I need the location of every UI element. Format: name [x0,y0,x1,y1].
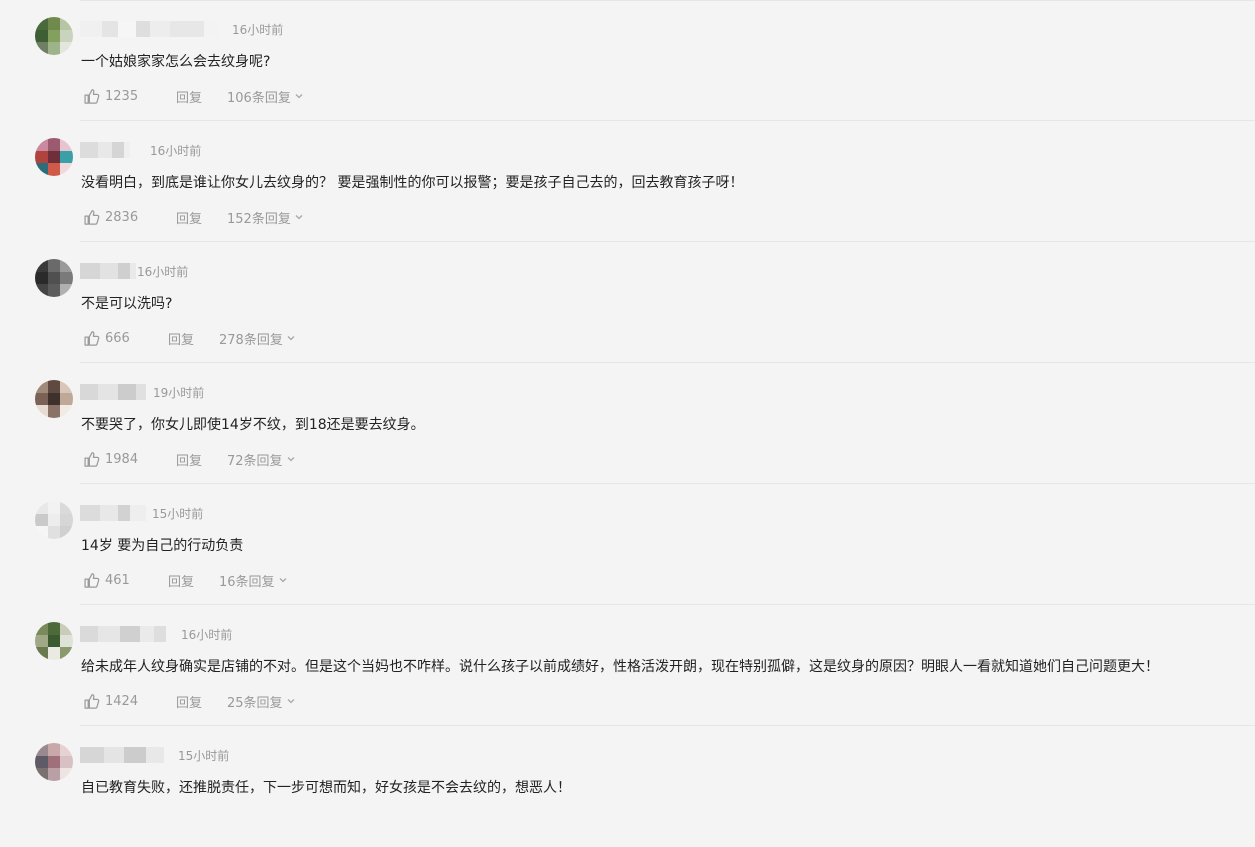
chevron-down-icon [287,699,295,704]
username-masked[interactable] [80,502,146,524]
like-count: 666 [105,330,130,346]
thumbs-up-icon [84,693,100,709]
reply-button[interactable]: 回复 [176,87,202,106]
comment-item: 16小时前一个姑娘家家怎么会去纹身呢? 1235 回复 106条回复 [0,0,1255,121]
reply-count: 152条回复 [227,211,291,227]
avatar[interactable] [35,622,73,660]
comment-item: 16小时前给未成年人纹身确实是店铺的不对。但是这个当妈也不咋样。说什么孩子以前成… [0,605,1255,726]
thumbs-up-icon [84,88,100,104]
avatar[interactable] [35,501,73,539]
like-count: 1235 [105,88,139,104]
username-masked[interactable] [80,260,136,282]
like-count: 1984 [105,451,139,467]
chevron-down-icon [295,94,303,99]
reply-button[interactable]: 回复 [176,208,202,227]
reply-button[interactable]: 回复 [168,571,194,590]
reply-count: 72条回复 [227,453,283,469]
chevron-down-icon [279,578,287,583]
comment-time: 15小时前 [178,749,230,763]
like-button[interactable]: 2836 [83,209,138,226]
avatar[interactable] [35,380,73,418]
comment-list: 16小时前 一个姑娘家家怎么会去纹身呢? 1235 回复 106条回复 16小时前 没看明白… [0,0,1255,811]
comment-actions: 1984 回复 72条回复 [83,449,295,469]
comment-text: 不要哭了，你女儿即使14岁不纹，到18还是要去纹身。 [81,417,425,433]
comment-actions: 1424 回复 25条回复 [83,691,295,711]
like-button[interactable]: 1424 [83,693,138,710]
reply-button[interactable]: 回复 [176,692,202,711]
like-button[interactable]: 1235 [83,88,138,105]
comment-text: 14岁 要为自己的行动负责 [81,538,244,554]
avatar[interactable] [35,17,73,55]
comment-time: 19小时前 [153,386,205,400]
comment-item: 15小时前自已教育失败，还推脱责任，下一步可想而知，好女孩是不会去纹的，想恶人！ [0,726,1255,847]
view-replies-button[interactable]: 106条回复 [227,87,304,106]
comment-item: 19小时前不要哭了，你女儿即使14岁不纹，到18还是要去纹身。 1984 回复 72条… [0,363,1255,484]
view-replies-button[interactable]: 72条回复 [227,450,296,469]
avatar[interactable] [35,259,73,297]
comment-item: 15小时前 14岁 要为自己的行动负责 461 回复 16条回复 [0,484,1255,605]
comment-time: 16小时前 [150,144,202,158]
comment-item: 16小时前没看明白，到底是谁让你女儿去纹身的？ 要是强制性的你可以报警；要是孩子… [0,121,1255,242]
username-masked[interactable] [80,381,146,403]
comment-text: 自已教育失败，还推脱责任，下一步可想而知，好女孩是不会去纹的，想恶人！ [81,780,571,796]
avatar[interactable] [35,743,73,781]
like-button[interactable]: 1984 [83,451,138,468]
comment-time: 16小时前 [232,23,284,37]
username-masked[interactable] [80,744,164,766]
reply-count: 106条回复 [227,90,291,106]
reply-count: 25条回复 [227,695,283,711]
username-masked[interactable] [80,139,130,161]
thumbs-up-icon [84,451,100,467]
like-count: 461 [105,572,130,588]
chevron-down-icon [287,457,295,462]
like-button[interactable]: 461 [83,572,130,589]
avatar[interactable] [35,138,73,176]
comment-actions: 461 回复 16条回复 [83,570,287,590]
comment-text: 给未成年人纹身确实是店铺的不对。但是这个当妈也不咋样。说什么孩子以前成绩好，性格… [81,659,1159,675]
like-button[interactable]: 666 [83,330,130,347]
comment-text: 不是可以洗吗? [81,296,173,312]
thumbs-up-icon [84,330,100,346]
like-count: 1424 [105,693,139,709]
view-replies-button[interactable]: 16条回复 [219,571,288,590]
comment-text: 一个姑娘家家怎么会去纹身呢? [81,54,271,70]
username-masked[interactable] [80,623,166,645]
comment-text: 没看明白，到底是谁让你女儿去纹身的？ 要是强制性的你可以报警；要是孩子自己去的，… [81,175,744,191]
view-replies-button[interactable]: 152条回复 [227,208,304,227]
comment-time: 16小时前 [181,628,233,642]
like-count: 2836 [105,209,139,225]
reply-button[interactable]: 回复 [168,329,194,348]
comment-actions: 1235 回复 106条回复 [83,86,303,106]
comment-time: 16小时前 [137,265,189,279]
thumbs-up-icon [84,572,100,588]
view-replies-button[interactable]: 25条回复 [227,692,296,711]
reply-count: 16条回复 [219,574,275,590]
chevron-down-icon [295,215,303,220]
comment-item: 16小时前不是可以洗吗? 666 回复 278条回复 [0,242,1255,363]
comment-time: 15小时前 [152,507,204,521]
comment-actions: 666 回复 278条回复 [83,328,295,348]
reply-button[interactable]: 回复 [176,450,202,469]
view-replies-button[interactable]: 278条回复 [219,329,296,348]
reply-count: 278条回复 [219,332,283,348]
chevron-down-icon [287,336,295,341]
username-masked[interactable] [80,18,218,40]
comment-actions: 2836 回复 152条回复 [83,207,303,227]
thumbs-up-icon [84,209,100,225]
